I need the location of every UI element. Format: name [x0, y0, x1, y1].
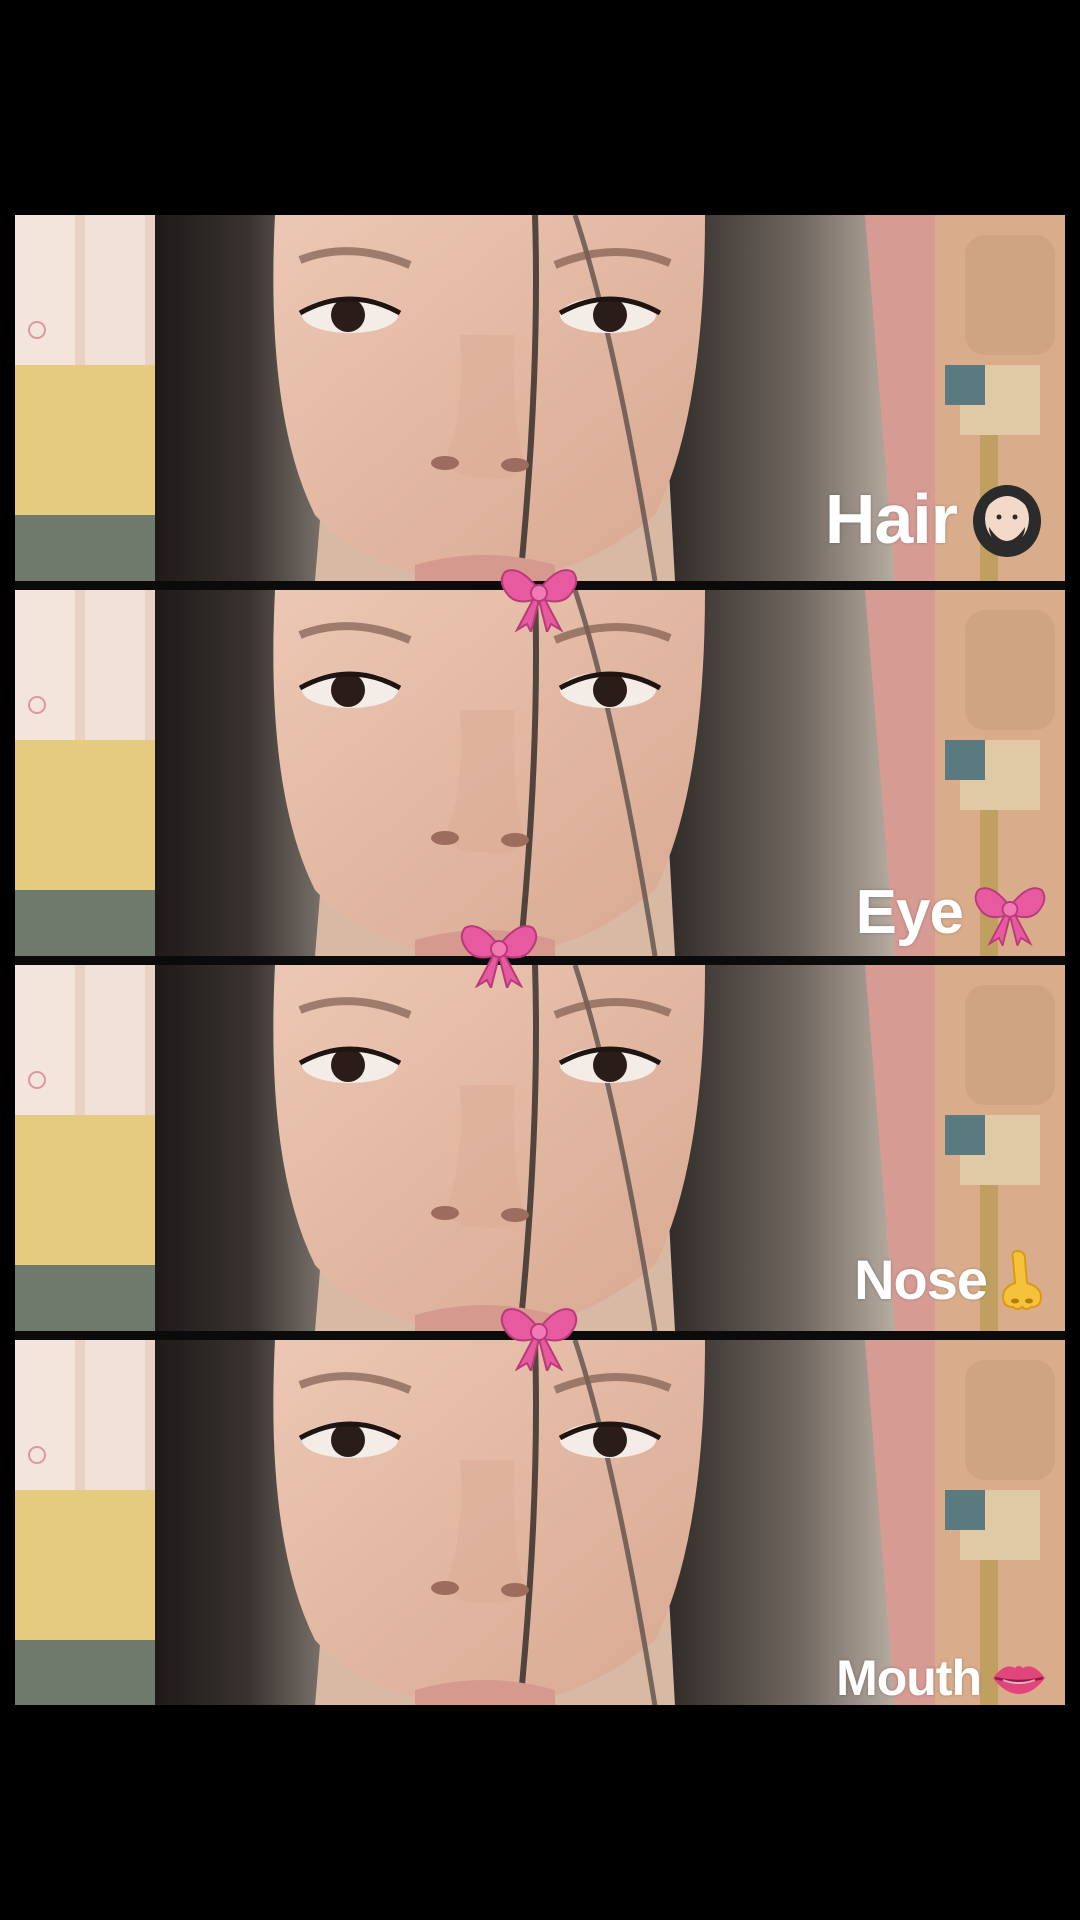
- caption-label: Eye: [855, 878, 964, 947]
- panel-hair: Hair: [15, 215, 1065, 581]
- panel-nose: Nose: [15, 965, 1065, 1331]
- person-with-beard-emoji: [967, 479, 1047, 559]
- panel-divider: [15, 956, 1065, 965]
- panel-mouth: Mouth: [15, 1340, 1065, 1705]
- video-frame: Hair Eye Nose Mouth: [0, 0, 1080, 1920]
- lips-emoji: [991, 1658, 1047, 1698]
- caption-mouth: Mouth: [836, 1653, 1047, 1703]
- nose-emoji: [997, 1249, 1047, 1311]
- caption-label: Nose: [854, 1248, 988, 1311]
- caption-eye: Eye: [856, 880, 1047, 946]
- caption-label: Mouth: [836, 1650, 982, 1705]
- pink-bow-emoji: [500, 569, 578, 632]
- caption-hair: Hair: [825, 479, 1047, 559]
- pink-bow-emoji: [973, 880, 1047, 946]
- pink-bow-emoji: [460, 925, 538, 988]
- pink-bow-emoji: [500, 1308, 578, 1371]
- panel-eye: Eye: [15, 590, 1065, 956]
- caption-label: Hair: [824, 480, 958, 558]
- face-collage: Hair Eye Nose Mouth: [15, 215, 1065, 1705]
- caption-nose: Nose: [854, 1249, 1047, 1311]
